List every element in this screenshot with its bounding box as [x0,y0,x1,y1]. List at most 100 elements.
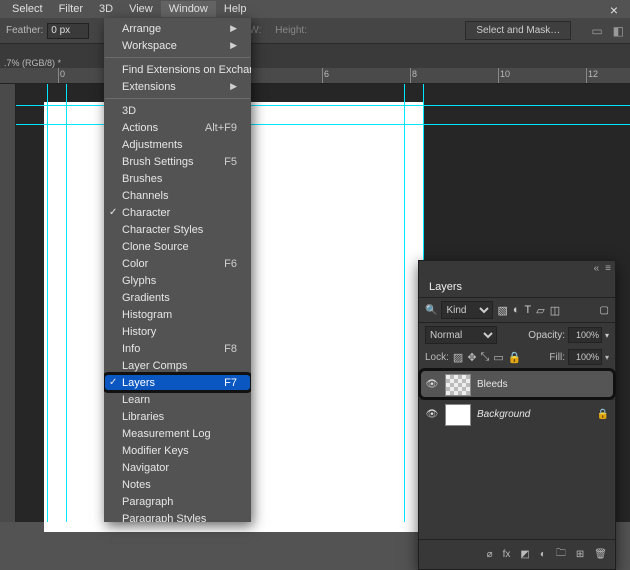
guide-vertical[interactable] [47,84,48,522]
menu-item-adjustments[interactable]: Adjustments [104,136,251,153]
menu-item-history[interactable]: History [104,323,251,340]
layer-name[interactable]: Background [477,409,530,420]
lock-position-icon[interactable]: ✥ [467,351,476,364]
menu-item-label: Navigator [122,462,169,474]
panel-menu-icon[interactable]: ≡ [605,263,611,274]
visibility-icon[interactable]: 👁 [425,379,439,390]
visibility-icon[interactable]: 👁 [425,409,439,420]
menu-item-clone-source[interactable]: Clone Source [104,238,251,255]
lock-all-icon[interactable]: 🔒 [508,351,522,364]
menu-item-label: Adjustments [122,139,183,151]
menu-item-label: Brush Settings [122,156,194,168]
menu-item-find-extensions-on-exchange[interactable]: Find Extensions on Exchange… [104,61,251,78]
filter-adjust-icon[interactable]: ◐ [513,304,520,317]
fill-input[interactable] [568,349,602,365]
layer-row[interactable]: 👁 Background 🔒 [419,399,615,429]
menu-item-actions[interactable]: ActionsAlt+F9 [104,119,251,136]
chevron-down-icon[interactable]: ▾ [605,331,609,340]
menu-item-info[interactable]: InfoF8 [104,340,251,357]
filter-shape-icon[interactable]: ▱ [536,304,544,317]
window-close-icon[interactable]: × [602,0,626,20]
guide-vertical[interactable] [404,84,405,522]
menu-item-glyphs[interactable]: Glyphs [104,272,251,289]
menu-item-measurement-log[interactable]: Measurement Log [104,425,251,442]
menu-item-label: Arrange [122,23,161,35]
submenu-arrow-icon: ▶ [230,23,237,34]
lock-icon: 🔒 [597,409,609,420]
panel-collapse-icon[interactable]: « [594,263,600,274]
chevron-down-icon[interactable]: ▾ [605,353,609,362]
menu-item-character[interactable]: ✓Character [104,204,251,221]
menu-item-color[interactable]: ColorF6 [104,255,251,272]
menu-item-navigator[interactable]: Navigator [104,459,251,476]
menu-item-label: Modifier Keys [122,445,189,457]
lock-artboard-icon[interactable]: ▭ [493,351,503,364]
menu-item-arrange[interactable]: Arrange ▶ [104,20,251,37]
width-label: W: [249,25,261,36]
menu-item-label: Actions [122,122,158,134]
select-and-mask-button[interactable]: Select and Mask… [465,21,571,40]
layer-thumbnail[interactable] [445,374,471,396]
menu-item-label: Extensions [122,81,176,93]
menu-item-histogram[interactable]: Histogram [104,306,251,323]
menu-3d[interactable]: 3D [91,1,121,17]
delete-layer-icon[interactable]: 🗑 [594,549,607,560]
mask-icon[interactable]: ◩ [520,549,529,560]
menu-item-channels[interactable]: Channels [104,187,251,204]
lock-nested-icon[interactable]: ⤡ [481,351,490,364]
menu-item-label: 3D [122,105,136,117]
layer-row[interactable]: 👁 Bleeds [419,369,615,399]
menu-filter[interactable]: Filter [51,1,91,17]
menu-item-learn[interactable]: Learn [104,391,251,408]
opacity-label: Opacity: [528,330,565,341]
feather-input[interactable] [47,23,89,39]
link-layers-icon[interactable]: ⌀ [487,549,493,560]
filter-type-icon[interactable]: T [525,304,532,317]
menu-item-character-styles[interactable]: Character Styles [104,221,251,238]
canvas-area: « ≡ Layers 🔍 Kind ▧ ◐ T ▱ ◫ ▢ Normal Opa… [0,84,630,522]
menu-item-label: Find Extensions on Exchange… [122,64,251,76]
menu-item-extensions[interactable]: Extensions▶ [104,78,251,95]
opacity-input[interactable] [568,327,602,343]
menu-item-modifier-keys[interactable]: Modifier Keys [104,442,251,459]
menu-item-3d[interactable]: 3D [104,102,251,119]
blend-mode-select[interactable]: Normal [425,326,497,344]
menu-separator [105,98,250,99]
layer-filter-kind[interactable]: Kind [441,301,493,319]
menu-item-brush-settings[interactable]: Brush SettingsF5 [104,153,251,170]
menu-item-label: Clone Source [122,241,189,253]
layer-name[interactable]: Bleeds [477,379,508,390]
layer-thumbnail[interactable] [445,404,471,426]
menu-item-workspace[interactable]: Workspace▶ [104,37,251,54]
menu-item-label: Channels [122,190,168,202]
menu-item-paragraph[interactable]: Paragraph [104,493,251,510]
filter-toggle-icon[interactable]: ▢ [600,305,609,316]
document-tab-bar: .7% (RGB/8) * Untitled- [0,44,630,68]
ruler-tick-label: 0 [60,69,65,79]
layers-panel-title[interactable]: Layers [419,275,615,297]
menu-item-layers[interactable]: ✓LayersF7 [104,374,251,391]
menu-view[interactable]: View [121,1,161,17]
menu-item-libraries[interactable]: Libraries [104,408,251,425]
panel-toggle-icon[interactable]: ▭ [591,24,602,38]
guide-vertical[interactable] [66,84,67,522]
menu-item-paragraph-styles[interactable]: Paragraph Styles [104,510,251,522]
menu-item-label: Histogram [122,309,172,321]
menu-item-gradients[interactable]: Gradients [104,289,251,306]
menu-select[interactable]: Select [4,1,51,17]
menu-window[interactable]: Window [161,1,216,17]
menu-item-brushes[interactable]: Brushes [104,170,251,187]
new-layer-icon[interactable]: ⊞ [576,549,584,560]
menu-item-notes[interactable]: Notes [104,476,251,493]
fx-icon[interactable]: fx [503,549,511,560]
adjustment-icon[interactable]: ◐ [540,549,546,560]
lock-pixels-icon[interactable]: ▨ [453,351,463,364]
filter-pixel-icon[interactable]: ▧ [497,304,507,317]
filter-smart-icon[interactable]: ◫ [550,304,560,317]
zoom-info: .7% (RGB/8) * [0,54,65,68]
menu-help[interactable]: Help [216,1,255,17]
group-icon[interactable]: 🗀 [556,546,566,563]
workspace-icon[interactable]: ◧ [613,24,624,38]
menu-item-layer-comps[interactable]: Layer Comps [104,357,251,374]
feather-label: Feather: [6,25,43,36]
